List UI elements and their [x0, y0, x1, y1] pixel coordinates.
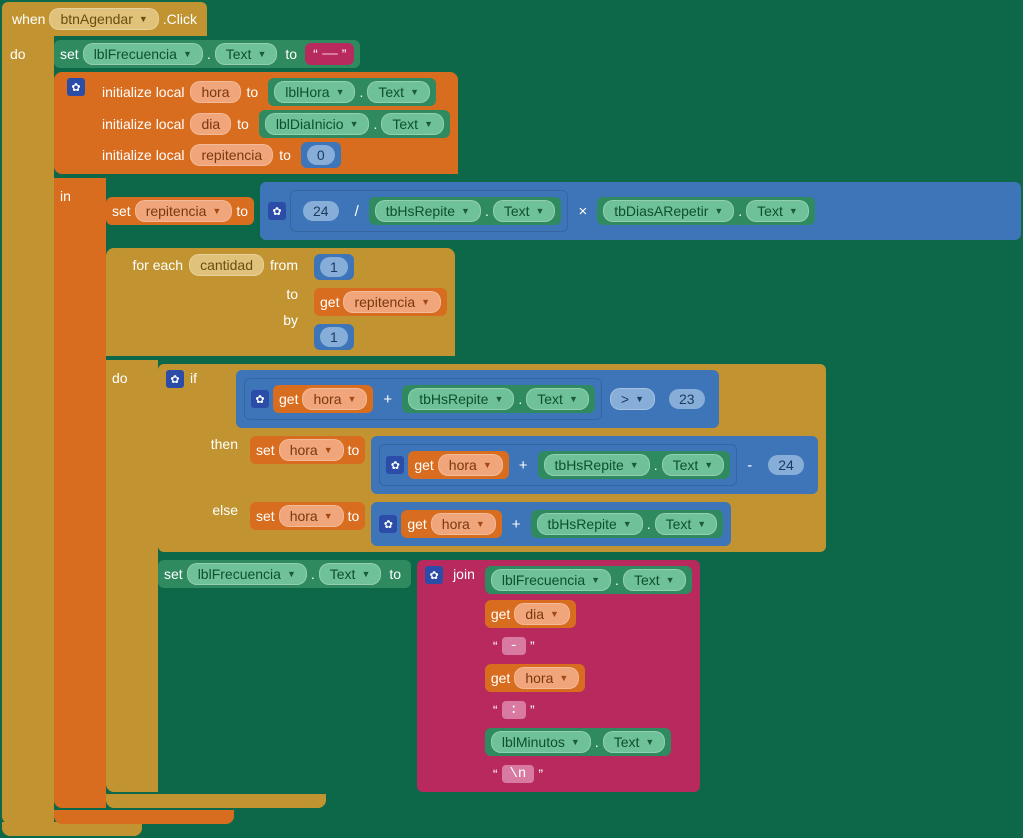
lblfrecuencia-dropdown[interactable]: lblFrecuencia▼ [83, 43, 203, 65]
math-multiply-block[interactable]: ✿ 24 / tbHsRepite▼ . Text▼ × [260, 182, 1021, 240]
gear-icon[interactable]: ✿ [166, 370, 184, 388]
compare-gt-block[interactable]: ✿ get hora▼ + tbHsRepite▼ . [236, 370, 719, 428]
join-item-get-dia[interactable]: get dia▼ [485, 600, 576, 628]
get-hora-3[interactable]: get hora▼ [401, 510, 501, 538]
join-item-lblfrecuencia[interactable]: lblFrecuencia▼ . Text▼ [485, 566, 692, 594]
num-zero[interactable]: 0 [301, 142, 341, 168]
math-plus-else[interactable]: ✿ get hora▼ + tbHsRepite▼ . [371, 502, 731, 546]
foreach-label: for each [132, 257, 183, 273]
math-divide-block[interactable]: 24 / tbHsRepite▼ . Text▼ [290, 190, 568, 232]
if-block[interactable]: ✿ if ✿ get hora▼ [158, 364, 826, 552]
gear-icon[interactable]: ✿ [67, 78, 85, 96]
tbdiasarepetir-text-getter[interactable]: tbDiasARepetir▼ . Text▼ [597, 197, 815, 225]
gt-dropdown[interactable]: >▼ [610, 388, 655, 410]
when-label: when [12, 11, 45, 27]
click-suffix: .Click [163, 11, 197, 27]
lbldiainicio-text-getter[interactable]: lblDiaInicio▼ . Text▼ [259, 110, 450, 138]
gear-icon[interactable]: ✿ [268, 202, 286, 220]
tbhsrepite-text-4[interactable]: tbHsRepite▼ . Text▼ [531, 510, 724, 538]
gear-icon[interactable]: ✿ [251, 390, 269, 408]
text-prop-dropdown[interactable]: Text▼ [215, 43, 278, 65]
var-repitencia-init[interactable]: repitencia [190, 144, 273, 166]
component-dropdown[interactable]: btnAgendar▼ [49, 8, 158, 30]
gear-icon[interactable]: ✿ [386, 456, 404, 474]
empty-string-literal[interactable]: “ ” [305, 43, 354, 65]
set-hora-then[interactable]: set hora▼ to [250, 436, 365, 464]
math-minus-block[interactable]: ✿ get hora▼ + tbHsRepite▼ . [371, 436, 817, 494]
tbhsrepite-text-getter[interactable]: tbHsRepite▼ . Text▼ [369, 197, 562, 225]
gear-icon[interactable]: ✿ [379, 515, 397, 533]
math-plus-then[interactable]: ✿ get hora▼ + tbHsRepite▼ . [379, 444, 737, 486]
join-item-colon[interactable]: “ : ” [485, 698, 543, 722]
get-hora-1[interactable]: get hora▼ [273, 385, 373, 413]
do-label: do [10, 46, 26, 62]
in-label: in [60, 188, 71, 204]
set-hora-else[interactable]: set hora▼ to [250, 502, 365, 530]
math-plus-cond[interactable]: ✿ get hora▼ + tbHsRepite▼ . [244, 378, 602, 420]
var-dia-init[interactable]: dia [190, 113, 231, 135]
tbhsrepite-text-2[interactable]: tbHsRepite▼ . Text▼ [402, 385, 595, 413]
event-when-block[interactable]: when btnAgendar▼ .Click [2, 2, 207, 36]
join-item-lblminutos[interactable]: lblMinutos▼ . Text▼ [485, 728, 671, 756]
get-hora-2[interactable]: get hora▼ [408, 451, 508, 479]
set-lblfrecuencia-text[interactable]: set lblFrecuencia▼ . Text▼ to “ ” [54, 40, 360, 68]
gear-icon[interactable]: ✿ [425, 566, 443, 584]
do-label-2: do [112, 370, 128, 386]
join-item-dash[interactable]: “ - ” [485, 634, 543, 658]
join-block[interactable]: ✿ join lblFrecuencia▼ . Text▼ [417, 560, 699, 792]
get-repitencia[interactable]: get repitencia▼ [314, 288, 447, 316]
num-by-one[interactable]: 1 [314, 324, 354, 350]
var-hora-init[interactable]: hora [190, 81, 240, 103]
set-repitencia[interactable]: set repitencia▼ to [106, 197, 254, 225]
join-item-newline[interactable]: “ \n ” [485, 762, 551, 786]
join-item-get-hora[interactable]: get hora▼ [485, 664, 585, 692]
tbhsrepite-text-3[interactable]: tbHsRepite▼ . Text▼ [538, 451, 731, 479]
lblhora-text-getter[interactable]: lblHora▼ . Text▼ [268, 78, 436, 106]
var-cantidad[interactable]: cantidad [189, 254, 264, 276]
set-lblfrecuencia-join[interactable]: set lblFrecuencia▼ . Text▼ to [158, 560, 411, 588]
num-from-one[interactable]: 1 [314, 254, 354, 280]
